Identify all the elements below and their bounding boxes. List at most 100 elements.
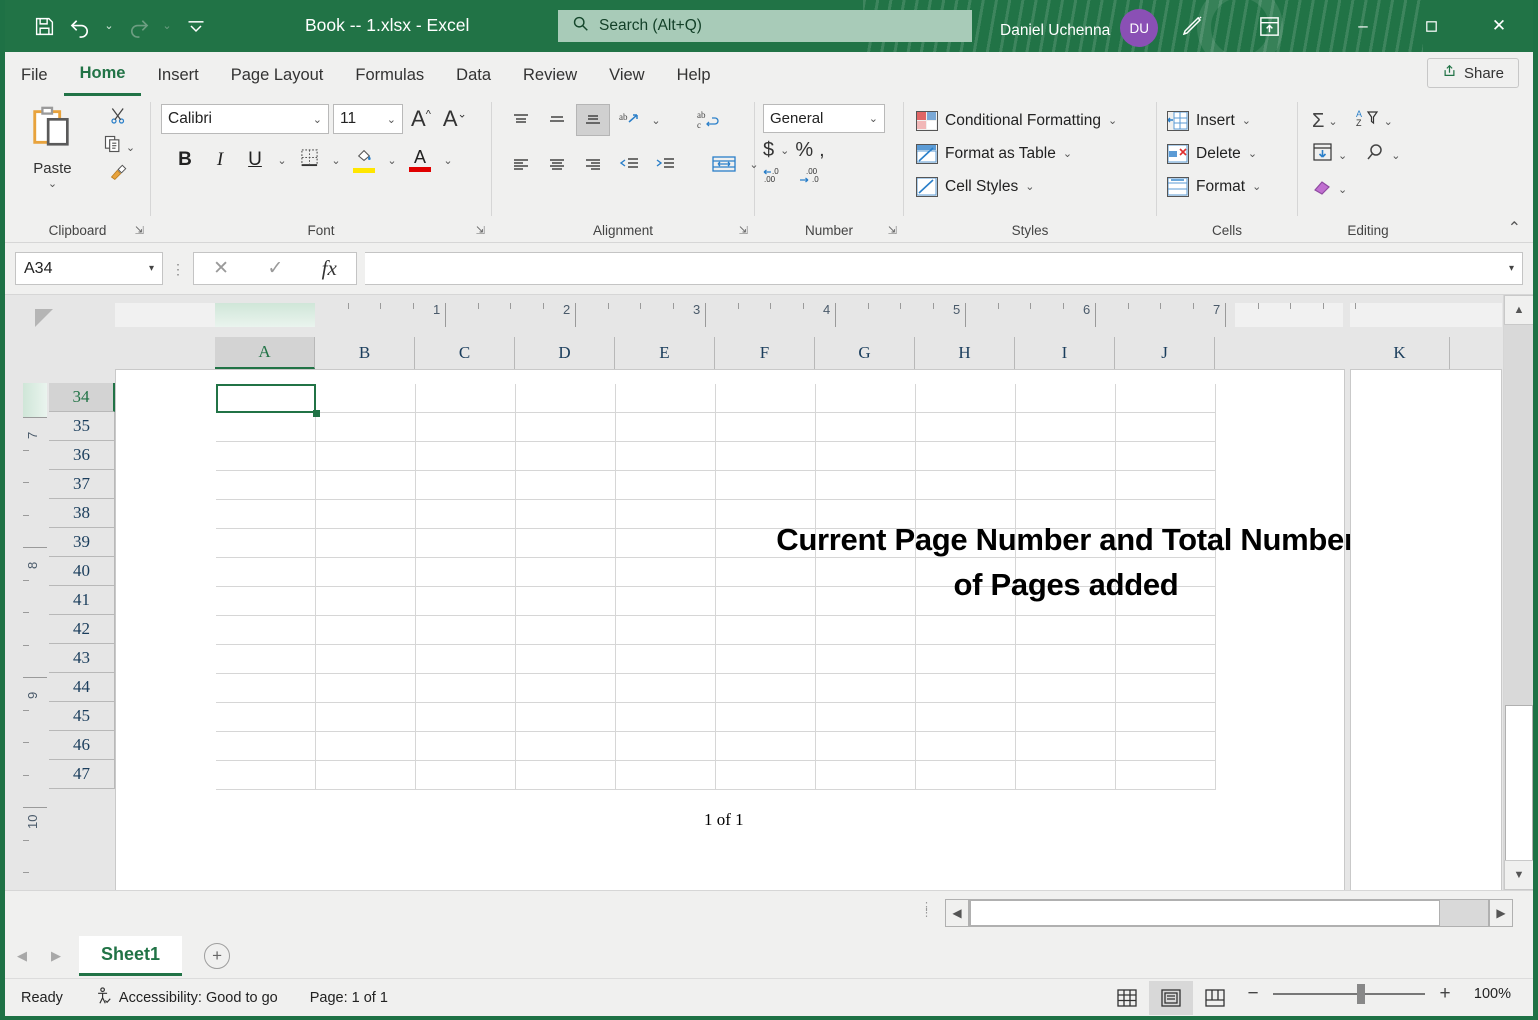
alignment-dialog-launcher[interactable]: ⇲ [739, 224, 748, 237]
next-sheet-icon[interactable]: ▶ [39, 939, 73, 973]
cell[interactable] [616, 558, 716, 587]
bottom-align-icon[interactable] [576, 104, 610, 136]
column-header-h[interactable]: H [915, 337, 1015, 369]
cell[interactable] [616, 674, 716, 703]
format-chevron-down-icon[interactable]: ⌄ [1252, 180, 1261, 193]
tab-data[interactable]: Data [440, 54, 507, 96]
normal-view-icon[interactable] [1105, 981, 1149, 1015]
cell[interactable] [516, 500, 616, 529]
cell[interactable] [616, 500, 716, 529]
cell[interactable] [916, 732, 1016, 761]
scroll-left-icon[interactable]: ◀ [945, 899, 969, 927]
page-break-preview-icon[interactable] [1193, 981, 1237, 1015]
cell[interactable] [616, 413, 716, 442]
cell[interactable] [816, 703, 916, 732]
format-painter-button[interactable] [109, 162, 129, 188]
column-header-k[interactable]: K [1350, 337, 1450, 369]
pen-icon[interactable] [1180, 14, 1204, 43]
cell[interactable] [1016, 732, 1116, 761]
cut-button[interactable] [109, 106, 129, 132]
fill-handle[interactable] [313, 410, 320, 417]
align-right-icon[interactable] [576, 148, 610, 180]
cell[interactable] [316, 413, 416, 442]
font-color-button[interactable]: A [403, 144, 437, 176]
cell[interactable] [1116, 471, 1216, 500]
cell[interactable] [316, 645, 416, 674]
decrease-decimal-icon[interactable]: .00.0 [799, 166, 823, 187]
cell[interactable] [916, 645, 1016, 674]
increase-font-size-icon[interactable]: A^ [407, 106, 435, 132]
font-size-input[interactable]: 11 ⌄ [333, 104, 403, 134]
status-accessibility[interactable]: Accessibility: Good to go [79, 987, 294, 1009]
cell[interactable] [516, 587, 616, 616]
formula-input[interactable]: ▾ [365, 252, 1523, 285]
cell[interactable] [416, 732, 516, 761]
cell[interactable] [416, 761, 516, 790]
cell[interactable] [616, 703, 716, 732]
cell[interactable] [416, 703, 516, 732]
vertical-scrollbar[interactable]: ▲ ▼ [1503, 295, 1533, 890]
column-header-j[interactable]: J [1115, 337, 1215, 369]
cell[interactable] [716, 384, 816, 413]
cell[interactable] [216, 761, 316, 790]
cell[interactable] [616, 471, 716, 500]
name-box[interactable]: A34 ▾ [15, 252, 163, 285]
page-layout-view-icon[interactable] [1149, 981, 1193, 1015]
zoom-out-button[interactable]: − [1245, 983, 1261, 1005]
cell[interactable] [216, 442, 316, 471]
cell-styles-chevron-down-icon[interactable]: ⌄ [1025, 180, 1034, 193]
row-header-34[interactable]: 34 [49, 383, 115, 412]
format-cells-button[interactable]: Format ⌄ [1167, 170, 1261, 203]
align-center-icon[interactable] [540, 148, 574, 180]
tab-help[interactable]: Help [661, 54, 727, 96]
align-left-icon[interactable] [504, 148, 538, 180]
cell[interactable] [516, 761, 616, 790]
close-button[interactable]: ✕ [1465, 0, 1533, 52]
row-header-39[interactable]: 39 [49, 528, 115, 557]
cell[interactable] [716, 732, 816, 761]
cell[interactable] [516, 413, 616, 442]
cell[interactable] [816, 471, 916, 500]
font-color-chevron-down-icon[interactable]: ⌄ [440, 144, 456, 176]
scroll-down-icon[interactable]: ▼ [1504, 860, 1533, 890]
ribbon-display-options-icon[interactable] [1258, 15, 1281, 43]
cell[interactable] [516, 442, 616, 471]
cell[interactable] [316, 616, 416, 645]
cell[interactable] [916, 703, 1016, 732]
sort-and-filter-icon[interactable]: AZ [1356, 108, 1380, 134]
top-align-icon[interactable] [504, 104, 538, 136]
formula-bar-drag-handle[interactable]: ⋮ [171, 266, 185, 272]
customize-quick-access-toolbar-icon[interactable] [179, 9, 213, 43]
copy-button[interactable]: ⌄ [103, 134, 135, 160]
column-header-d[interactable]: D [515, 337, 615, 369]
accounting-chevron-down-icon[interactable]: ⌄ [780, 144, 789, 157]
cell[interactable] [316, 471, 416, 500]
cell[interactable] [916, 471, 1016, 500]
cell[interactable] [316, 558, 416, 587]
delete-chevron-down-icon[interactable]: ⌄ [1248, 147, 1257, 160]
cell[interactable] [816, 616, 916, 645]
borders-button[interactable] [293, 144, 325, 176]
fill-color-button[interactable] [347, 144, 381, 176]
font-dialog-launcher[interactable]: ⇲ [476, 224, 485, 237]
conditional-formatting-button[interactable]: Conditional Formatting ⌄ [916, 104, 1117, 137]
cell[interactable] [716, 442, 816, 471]
find-select-chevron-down-icon[interactable]: ⌄ [1391, 149, 1400, 162]
cell[interactable] [516, 558, 616, 587]
cell[interactable] [316, 442, 416, 471]
cell[interactable] [716, 645, 816, 674]
cell[interactable] [816, 761, 916, 790]
insert-cells-button[interactable]: Insert ⌄ [1167, 104, 1251, 137]
italic-button[interactable]: I [204, 144, 236, 176]
cell[interactable] [616, 732, 716, 761]
cell[interactable] [1016, 616, 1116, 645]
cell[interactable] [416, 558, 516, 587]
cell[interactable] [916, 384, 1016, 413]
horizontal-scroll-track[interactable] [969, 899, 1489, 927]
cell[interactable] [1116, 413, 1216, 442]
cell[interactable] [216, 587, 316, 616]
cell[interactable] [216, 674, 316, 703]
cell[interactable] [1116, 703, 1216, 732]
insert-function-icon[interactable]: fx [322, 256, 337, 281]
cell[interactable] [616, 384, 716, 413]
